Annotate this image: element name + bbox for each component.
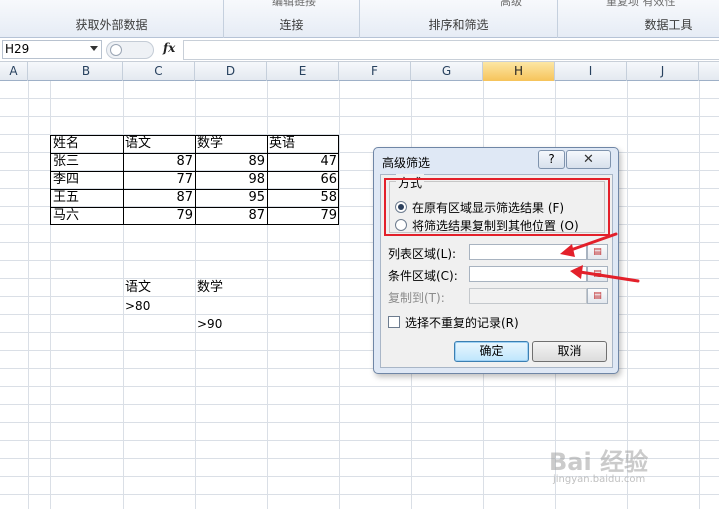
ribbon-group-external-data[interactable]: 获取外部数据 <box>0 0 224 38</box>
chevron-down-icon[interactable] <box>90 46 98 51</box>
table-cell[interactable]: 79 <box>123 207 195 225</box>
formula-bar-splitter[interactable] <box>106 41 154 59</box>
table-cell[interactable]: 李四 <box>51 171 123 189</box>
name-box-value: H29 <box>5 42 30 56</box>
column-header-row: A B C D E F G H I J <box>0 62 719 81</box>
table-cell[interactable]: 77 <box>123 171 195 189</box>
table-cell[interactable]: 58 <box>267 189 339 207</box>
copy-to-input[interactable] <box>469 288 587 304</box>
unique-records-label: 选择不重复的记录(R) <box>405 315 519 330</box>
table-cell[interactable]: 87 <box>195 207 267 225</box>
table-header-cell[interactable]: 数学 <box>195 135 267 153</box>
name-box[interactable]: H29 <box>2 40 102 59</box>
list-range-label: 列表区域(L): <box>388 247 457 261</box>
range-select-icon[interactable]: ▤ <box>587 288 608 304</box>
ribbon-group-sort-filter[interactable]: 高级 排序和筛选 <box>360 0 558 38</box>
column-header[interactable]: G <box>411 62 483 81</box>
highlight-box <box>384 178 610 236</box>
column-header[interactable]: A <box>0 62 28 81</box>
ribbon: 获取外部数据 编辑链接 连接 高级 排序和筛选 重复项 有效性 数据工具 <box>0 0 719 38</box>
ribbon-group-label: 排序和筛选 <box>428 18 489 32</box>
ok-button[interactable]: 确定 <box>454 341 529 362</box>
formula-input[interactable] <box>183 40 719 60</box>
column-header[interactable]: J <box>627 62 699 81</box>
ribbon-group-label: 数据工具 <box>644 18 693 32</box>
table-cell[interactable]: 87 <box>123 153 195 171</box>
ribbon-group-label: 连接 <box>279 18 304 32</box>
table-cell[interactable]: 98 <box>195 171 267 189</box>
range-select-icon[interactable]: ▤ <box>587 266 608 282</box>
criteria-range-label: 条件区域(C): <box>388 269 458 283</box>
criteria-value-cell[interactable]: >90 <box>195 315 267 333</box>
column-header[interactable]: B <box>50 62 123 81</box>
criteria-range-input[interactable] <box>469 266 587 282</box>
table-cell[interactable]: 89 <box>195 153 267 171</box>
dialog-title: 高级筛选 <box>382 156 431 170</box>
criteria-header-cell[interactable]: 数学 <box>195 279 267 297</box>
watermark-logo: Bai 经验 <box>549 448 649 476</box>
ribbon-group-connections[interactable]: 编辑链接 连接 <box>224 0 360 38</box>
table-cell[interactable]: 张三 <box>51 153 123 171</box>
advanced-filter-label[interactable]: 高级 <box>500 0 522 9</box>
unique-records-checkbox-row[interactable]: 选择不重复的记录(R) <box>388 315 519 330</box>
list-range-input[interactable] <box>469 244 587 260</box>
column-header[interactable]: D <box>195 62 267 81</box>
table-header-cell[interactable]: 姓名 <box>51 135 123 153</box>
advanced-filter-dialog: 高级筛选 ? ✕ 方式 在原有区域显示筛选结果 (F) 将筛选结果复制到其他位置… <box>373 147 619 374</box>
cancel-button[interactable]: 取消 <box>532 341 607 362</box>
formula-bar: H29 fx <box>0 38 719 62</box>
column-header-active[interactable]: H <box>483 62 555 81</box>
grid-line <box>699 81 700 509</box>
copy-to-label: 复制到(T): <box>388 291 445 305</box>
data-tools-top-label[interactable]: 重复项 有效性 <box>606 0 676 9</box>
table-cell[interactable]: 95 <box>195 189 267 207</box>
table-header-cell[interactable]: 语文 <box>123 135 195 153</box>
criteria-header-cell[interactable]: 语文 <box>123 279 195 297</box>
edit-links-label[interactable]: 编辑链接 <box>272 0 316 9</box>
table-cell[interactable]: 66 <box>267 171 339 189</box>
ribbon-group-label: 获取外部数据 <box>75 18 148 32</box>
table-cell[interactable]: 87 <box>123 189 195 207</box>
insert-function-icon[interactable]: fx <box>163 41 175 55</box>
table-cell[interactable]: 47 <box>267 153 339 171</box>
column-header[interactable]: I <box>555 62 627 81</box>
unique-records-checkbox[interactable] <box>388 316 400 328</box>
help-button[interactable]: ? <box>538 150 565 169</box>
table-cell[interactable]: 马六 <box>51 207 123 225</box>
column-header[interactable]: C <box>123 62 195 81</box>
ribbon-group-data-tools[interactable]: 重复项 有效性 数据工具 <box>558 0 719 38</box>
table-header-cell[interactable]: 英语 <box>267 135 339 153</box>
column-header[interactable]: E <box>267 62 339 81</box>
dialog-body: 方式 在原有区域显示筛选结果 (F) 将筛选结果复制到其他位置 (O) 列表区域… <box>380 174 613 368</box>
range-select-icon[interactable]: ▤ <box>587 244 608 260</box>
grid-line <box>339 81 340 509</box>
column-header[interactable]: F <box>339 62 411 81</box>
table-cell[interactable]: 王五 <box>51 189 123 207</box>
grid-line <box>28 81 29 509</box>
splitter-handle-icon <box>110 44 122 56</box>
table-cell[interactable]: 79 <box>267 207 339 225</box>
close-button[interactable]: ✕ <box>566 150 611 169</box>
watermark-url: jingyan.baidu.com <box>553 474 646 485</box>
criteria-value-cell[interactable]: >80 <box>123 297 195 315</box>
